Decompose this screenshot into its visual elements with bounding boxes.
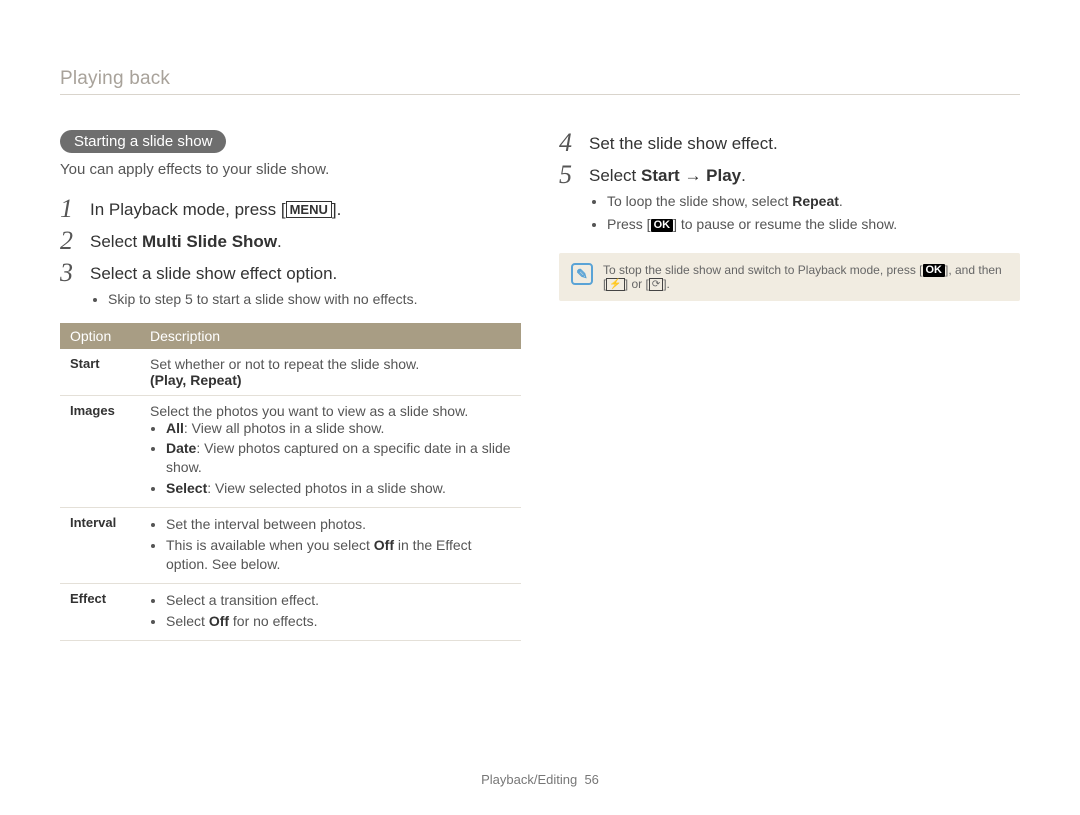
step-1: 1 In Playback mode, press [MENU]. — [60, 196, 521, 222]
option-name: Start — [60, 349, 140, 396]
page-body: Starting a slide show You can apply effe… — [0, 0, 1080, 671]
b: Repeat — [792, 193, 839, 209]
step-number: 1 — [60, 196, 78, 222]
section-pill: Starting a slide show — [60, 130, 226, 153]
t: . — [277, 232, 282, 251]
option-desc: Set the interval between photos. This is… — [140, 508, 521, 584]
bullet: Set the interval between photos. — [166, 515, 511, 534]
note-text: To stop the slide show and switch to Pla… — [603, 263, 1008, 291]
table-row: Images Select the photos you want to vie… — [60, 395, 521, 508]
t: To stop the slide show and switch to Pla… — [603, 263, 923, 277]
bullet: Date: View photos captured on a specific… — [166, 439, 511, 477]
step-text-post: ]. — [332, 200, 341, 219]
options-table: Option Description Start Set whether or … — [60, 323, 521, 641]
step-sub-bullets: To loop the slide show, select Repeat. P… — [607, 192, 1020, 234]
th-description: Description — [140, 323, 521, 349]
step-text: Set the slide show effect. — [589, 134, 1020, 154]
bullet: Select: View selected photos in a slide … — [166, 479, 511, 498]
t: . — [741, 166, 746, 185]
t: Select — [589, 166, 641, 185]
footer-page: 56 — [584, 772, 598, 787]
step-number: 2 — [60, 228, 78, 254]
b: Select — [166, 480, 207, 496]
info-icon: ✎ — [571, 263, 593, 285]
t: . — [839, 193, 843, 209]
b: Off — [374, 537, 394, 553]
table-row: Effect Select a transition effect. Selec… — [60, 583, 521, 640]
t: ] or [ — [625, 277, 649, 291]
desc-line: Set whether or not to repeat the slide s… — [150, 356, 419, 372]
t: : View selected photos in a slide show. — [207, 480, 446, 496]
t-bold: Multi Slide Show — [142, 232, 277, 251]
page-footer: Playback/Editing 56 — [0, 772, 1080, 787]
bullet: This is available when you select Off in… — [166, 536, 511, 574]
bullet: To loop the slide show, select Repeat. — [607, 192, 1020, 212]
step-number: 5 — [559, 162, 577, 188]
step-text: In Playback mode, press [MENU]. — [90, 200, 341, 219]
timer-icon: ⟳ — [649, 278, 663, 291]
bullet: All: View all photos in a slide show. — [166, 419, 511, 438]
flash-icon: ⚡ — [606, 278, 624, 291]
ok-icon: OK — [923, 264, 946, 277]
step-text: Select Multi Slide Show. — [90, 232, 282, 251]
option-name: Interval — [60, 508, 140, 584]
t: : View photos captured on a specific dat… — [166, 440, 511, 475]
bullet: Skip to step 5 to start a slide show wit… — [108, 290, 521, 310]
footer-section: Playback/Editing — [481, 772, 577, 787]
right-column: 4 Set the slide show effect. 5 Select St… — [559, 130, 1020, 641]
step-4: 4 Set the slide show effect. — [559, 130, 1020, 156]
table-row: Start Set whether or not to repeat the s… — [60, 349, 521, 396]
step-sub-bullets: Skip to step 5 to start a slide show wit… — [108, 290, 521, 310]
t: ] to pause or resume the slide show. — [673, 216, 897, 232]
b: All — [166, 420, 184, 436]
b: Date — [166, 440, 196, 456]
desc-lead: Select the photos you want to view as a … — [150, 403, 511, 419]
option-desc: Select a transition effect. Select Off f… — [140, 583, 521, 640]
option-name: Effect — [60, 583, 140, 640]
step-3: 3 Select a slide show effect option. Ski… — [60, 260, 521, 313]
step-number: 4 — [559, 130, 577, 156]
option-name: Images — [60, 395, 140, 508]
t: To loop the slide show, select — [607, 193, 792, 209]
bullet: Press [OK] to pause or resume the slide … — [607, 215, 1020, 235]
menu-icon: MENU — [286, 201, 332, 218]
intro-text: You can apply effects to your slide show… — [60, 161, 521, 178]
breadcrumb: Playing back — [60, 68, 170, 90]
option-desc: Select the photos you want to view as a … — [140, 395, 521, 508]
table-row: Interval Set the interval between photos… — [60, 508, 521, 584]
t: Press [ — [607, 216, 651, 232]
bullet: Select a transition effect. — [166, 591, 511, 610]
b: Off — [209, 613, 229, 629]
step-text-pre: In Playback mode, press [ — [90, 200, 286, 219]
step-text: Select Start → Play. — [589, 166, 1020, 186]
option-desc: Set whether or not to repeat the slide s… — [140, 349, 521, 396]
t: Select — [90, 232, 142, 251]
header-divider — [60, 94, 1020, 95]
t: ]. — [663, 277, 670, 291]
ok-icon: OK — [651, 219, 674, 232]
step-2: 2 Select Multi Slide Show. — [60, 228, 521, 254]
note-box: ✎ To stop the slide show and switch to P… — [559, 253, 1020, 301]
step-number: 3 — [60, 260, 78, 286]
t-bold: Start → Play — [641, 166, 741, 185]
desc-bold: (Play, Repeat) — [150, 372, 242, 388]
th-option: Option — [60, 323, 140, 349]
step-5: 5 Select Start → Play. To loop the slide… — [559, 162, 1020, 237]
left-column: Starting a slide show You can apply effe… — [60, 130, 521, 641]
t: : View all photos in a slide show. — [184, 420, 385, 436]
step-text: Select a slide show effect option. — [90, 264, 521, 284]
bullet: Select Off for no effects. — [166, 612, 511, 631]
